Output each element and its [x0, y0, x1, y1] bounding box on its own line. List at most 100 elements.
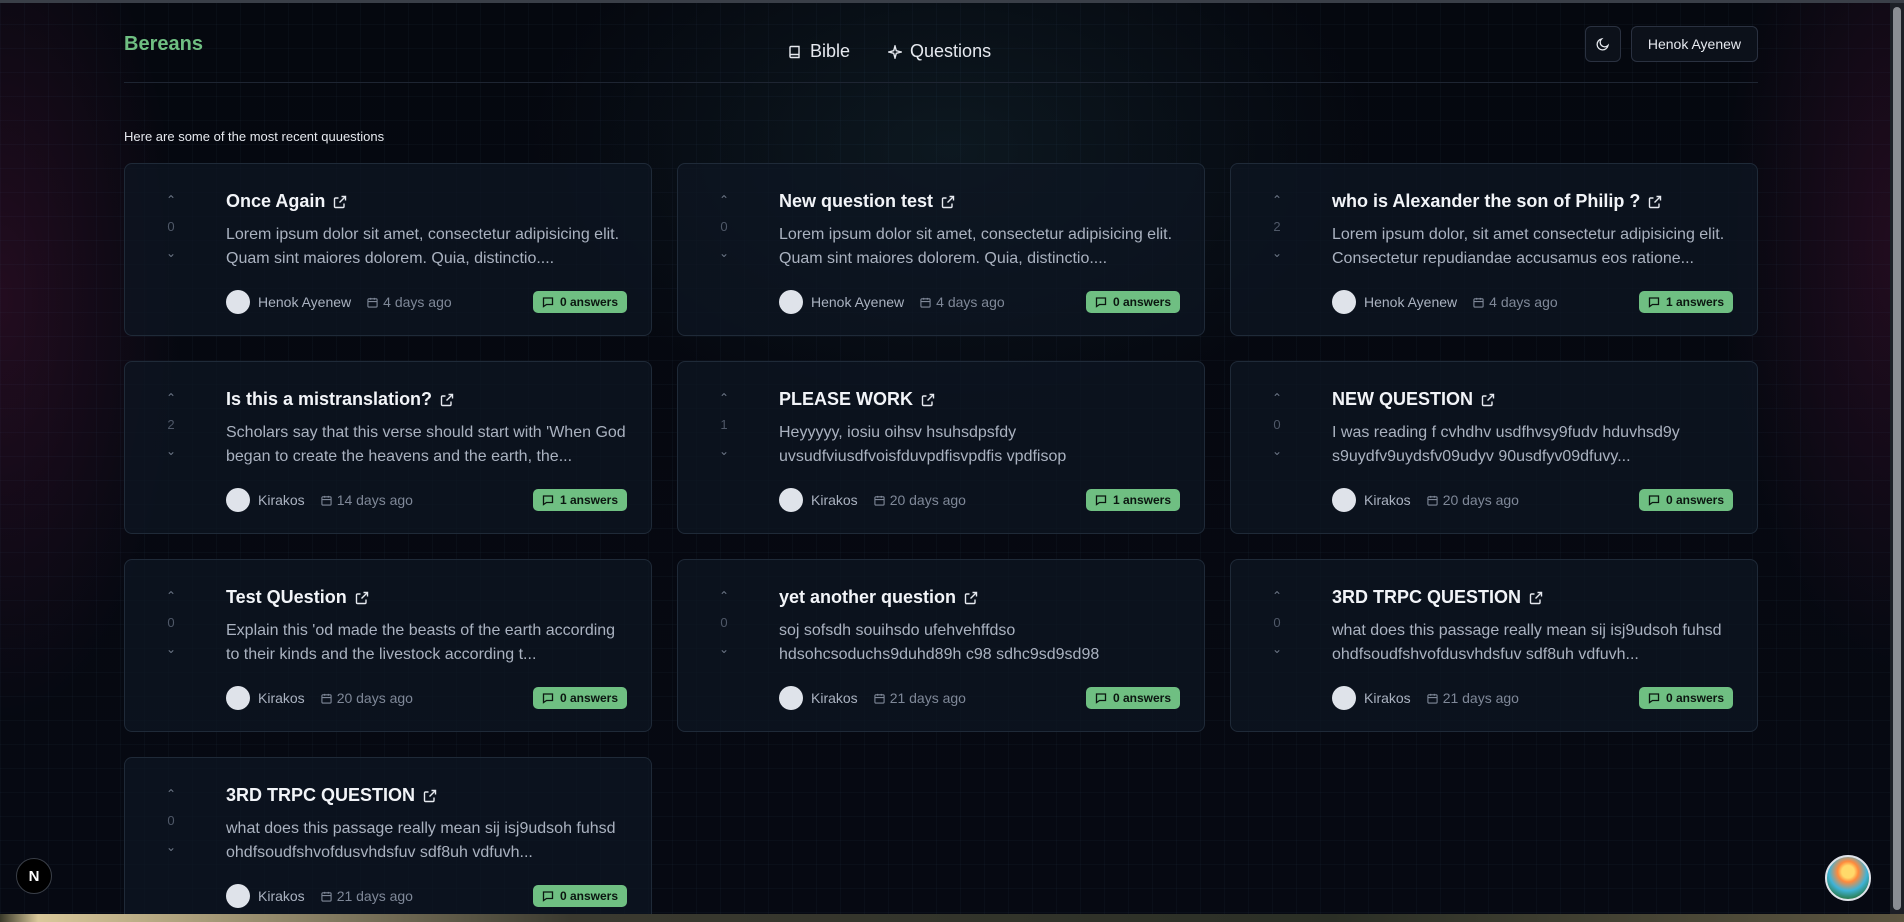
downvote-chevron-down-icon[interactable]: ⌄: [166, 643, 176, 655]
question-title[interactable]: Once Again: [226, 191, 325, 212]
downvote-chevron-down-icon[interactable]: ⌄: [166, 247, 176, 259]
answers-badge[interactable]: 0 answers: [532, 291, 627, 313]
external-link-icon[interactable]: [1648, 195, 1662, 209]
question-meta: Kirakos 21 days ago 0 answers: [226, 884, 627, 908]
question-card[interactable]: ⌃ 1 ⌄ PLEASE WORK Heyyyyy, iosiu oihsv h…: [677, 361, 1205, 534]
question-date: 20 days ago: [874, 492, 966, 508]
external-link-icon[interactable]: [921, 393, 935, 407]
downvote-chevron-down-icon[interactable]: ⌄: [719, 445, 729, 457]
question-card[interactable]: ⌃ 0 ⌄ 3RD TRPC QUESTION what does this p…: [124, 757, 652, 922]
floating-avatar[interactable]: [1825, 855, 1871, 901]
question-card[interactable]: ⌃ 2 ⌄ Is this a mistranslation? Scholars…: [124, 361, 652, 534]
answers-count: 0 answers: [559, 889, 618, 903]
answers-badge[interactable]: 1 answers: [1638, 291, 1733, 313]
vote-control: ⌃ 1 ⌄: [718, 392, 730, 457]
downvote-chevron-down-icon[interactable]: ⌄: [1272, 643, 1282, 655]
external-link-icon[interactable]: [440, 393, 454, 407]
vote-control: ⌃ 0 ⌄: [165, 590, 177, 655]
question-meta: Kirakos 20 days ago 0 answers: [1332, 488, 1733, 512]
question-title[interactable]: 3RD TRPC QUESTION: [1332, 587, 1521, 608]
user-menu-button[interactable]: Henok Ayenew: [1630, 26, 1758, 62]
upvote-chevron-up-icon[interactable]: ⌃: [1272, 194, 1282, 206]
avatar: [226, 686, 250, 710]
dev-indicator-button[interactable]: N: [16, 858, 52, 894]
message-square-icon: [1095, 297, 1107, 308]
question-title[interactable]: New question test: [779, 191, 933, 212]
window-top-border: [0, 0, 1904, 3]
date-text: 20 days ago: [336, 690, 413, 706]
question-title[interactable]: NEW QUESTION: [1332, 389, 1473, 410]
question-meta: Kirakos 20 days ago 1 answers: [779, 488, 1180, 512]
external-link-icon[interactable]: [333, 195, 347, 209]
external-link-icon[interactable]: [355, 591, 369, 605]
answers-badge[interactable]: 0 answers: [1638, 489, 1733, 511]
external-link-icon[interactable]: [941, 195, 955, 209]
answers-badge[interactable]: 1 answers: [1085, 489, 1180, 511]
upvote-chevron-up-icon[interactable]: ⌃: [166, 392, 176, 404]
question-content: Once Again Lorem ipsum dolor sit amet, c…: [226, 191, 627, 271]
author-name: Kirakos: [258, 492, 305, 508]
answers-badge[interactable]: 1 answers: [532, 489, 627, 511]
answers-count: 0 answers: [1665, 691, 1724, 705]
external-link-icon[interactable]: [423, 789, 437, 803]
question-excerpt: soj sofsdh souihsdo ufehvehffdso hdsohcs…: [779, 622, 1100, 663]
downvote-chevron-down-icon[interactable]: ⌄: [166, 841, 176, 853]
question-card[interactable]: ⌃ 0 ⌄ New question test Lorem ipsum dolo…: [677, 163, 1205, 336]
vote-control: ⌃ 2 ⌄: [165, 392, 177, 457]
upvote-chevron-up-icon[interactable]: ⌃: [166, 194, 176, 206]
upvote-chevron-up-icon[interactable]: ⌃: [166, 590, 176, 602]
answers-badge[interactable]: 0 answers: [532, 687, 627, 709]
scrollbar[interactable]: [1890, 3, 1904, 914]
question-card[interactable]: ⌃ 0 ⌄ Once Again Lorem ipsum dolor sit a…: [124, 163, 652, 336]
downvote-chevron-down-icon[interactable]: ⌄: [719, 247, 729, 259]
upvote-chevron-up-icon[interactable]: ⌃: [719, 590, 729, 602]
external-link-icon[interactable]: [1529, 591, 1543, 605]
question-meta: Kirakos 14 days ago 1 answers: [226, 488, 627, 512]
answers-badge[interactable]: 0 answers: [1085, 291, 1180, 313]
question-card[interactable]: ⌃ 0 ⌄ yet another question soj sofsdh so…: [677, 559, 1205, 732]
question-excerpt: Explain this 'od made the beasts of the …: [226, 622, 616, 663]
question-title[interactable]: Is this a mistranslation?: [226, 389, 432, 410]
question-card[interactable]: ⌃ 0 ⌄ 3RD TRPC QUESTION what does this p…: [1230, 559, 1758, 732]
nav-bible-label: Bible: [810, 41, 851, 61]
upvote-chevron-up-icon[interactable]: ⌃: [719, 194, 729, 206]
question-title[interactable]: Test QUestion: [226, 587, 347, 608]
answers-badge[interactable]: 0 answers: [1638, 687, 1733, 709]
answers-badge[interactable]: 0 answers: [1085, 687, 1180, 709]
author-name: Henok Ayenew: [258, 294, 352, 310]
upvote-chevron-up-icon[interactable]: ⌃: [1272, 590, 1282, 602]
brand-logo[interactable]: Bereans: [124, 33, 203, 56]
theme-toggle-button[interactable]: [1584, 26, 1621, 62]
answers-badge[interactable]: 0 answers: [532, 885, 627, 907]
avatar: [1332, 686, 1356, 710]
question-title[interactable]: PLEASE WORK: [779, 389, 913, 410]
question-excerpt: Lorem ipsum dolor sit amet, consectetur …: [226, 226, 620, 267]
question-card[interactable]: ⌃ 0 ⌄ NEW QUESTION I was reading f cvhdh…: [1230, 361, 1758, 534]
upvote-chevron-up-icon[interactable]: ⌃: [1272, 392, 1282, 404]
downvote-chevron-down-icon[interactable]: ⌄: [1272, 247, 1282, 259]
nav-questions[interactable]: Questions: [888, 41, 991, 62]
question-meta: Kirakos 20 days ago 0 answers: [226, 686, 627, 710]
author-name: Kirakos: [258, 690, 305, 706]
upvote-chevron-up-icon[interactable]: ⌃: [166, 788, 176, 800]
avatar: [226, 488, 250, 512]
question-card[interactable]: ⌃ 0 ⌄ Test QUestion Explain this 'od mad…: [124, 559, 652, 732]
downvote-chevron-down-icon[interactable]: ⌄: [1272, 445, 1282, 457]
external-link-icon[interactable]: [1481, 393, 1495, 407]
question-title[interactable]: 3RD TRPC QUESTION: [226, 785, 415, 806]
nav-bible[interactable]: Bible: [788, 41, 850, 62]
question-meta: Henok Ayenew 4 days ago 0 answers: [779, 290, 1180, 314]
question-title[interactable]: who is Alexander the son of Philip ?: [1332, 191, 1640, 212]
upvote-chevron-up-icon[interactable]: ⌃: [719, 392, 729, 404]
date-text: 21 days ago: [1442, 690, 1519, 706]
downvote-chevron-down-icon[interactable]: ⌄: [719, 643, 729, 655]
scrollbar-thumb[interactable]: [1893, 7, 1901, 910]
vote-count: 0: [1273, 615, 1281, 630]
question-card[interactable]: ⌃ 2 ⌄ who is Alexander the son of Philip…: [1230, 163, 1758, 336]
downvote-chevron-down-icon[interactable]: ⌄: [166, 445, 176, 457]
date-text: 4 days ago: [936, 294, 1005, 310]
answers-count: 1 answers: [1112, 493, 1171, 507]
vote-control: ⌃ 0 ⌄: [165, 194, 177, 259]
question-title[interactable]: yet another question: [779, 587, 956, 608]
external-link-icon[interactable]: [964, 591, 978, 605]
